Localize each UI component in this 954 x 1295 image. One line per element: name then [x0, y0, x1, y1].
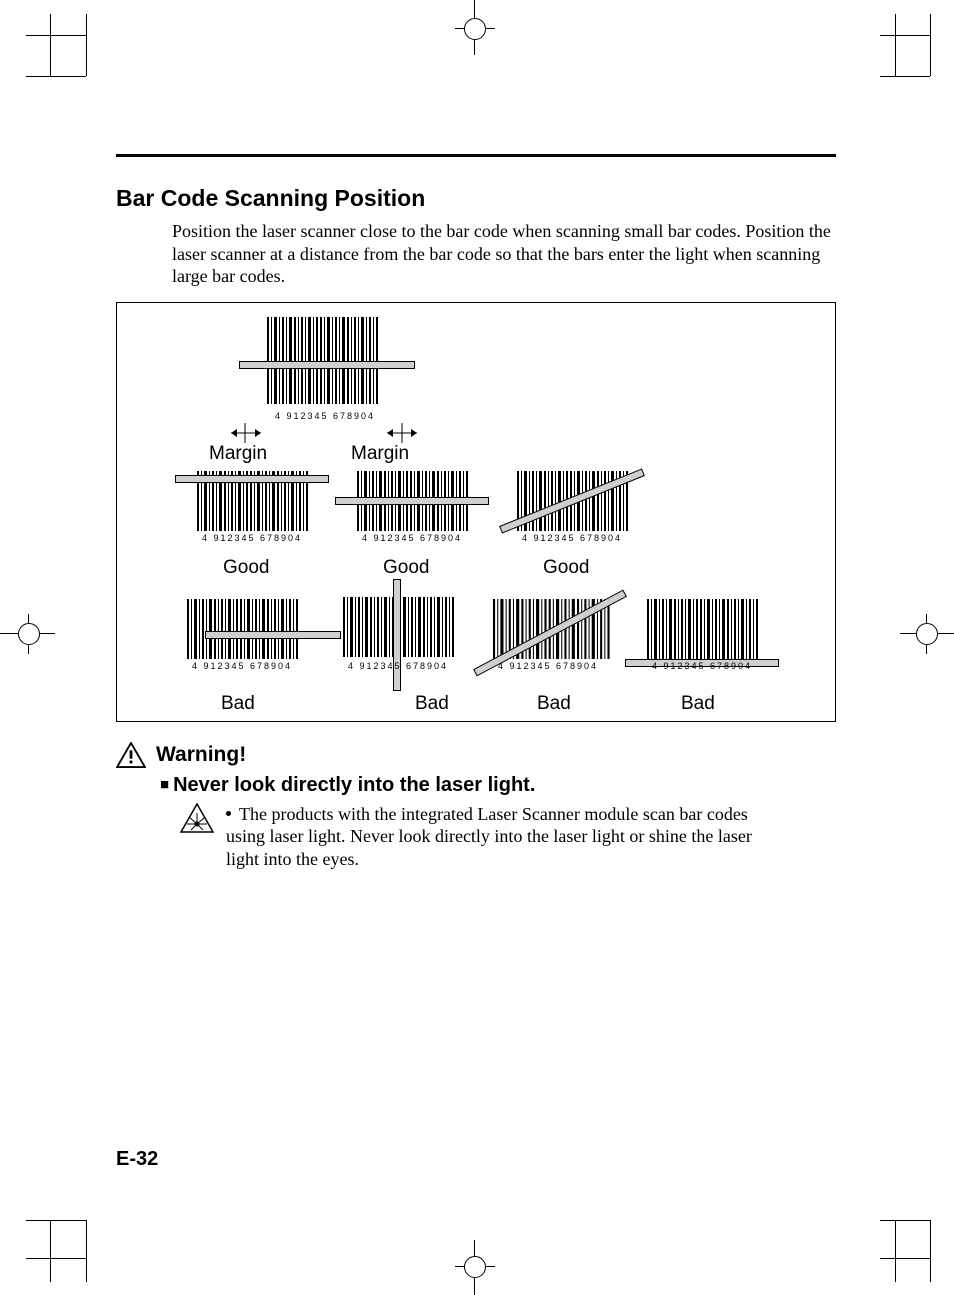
crop-mark: [50, 1220, 51, 1282]
crop-mark: [26, 1220, 86, 1221]
crop-mark: [880, 35, 930, 36]
warning-detail: The products with the integrated Laser S…: [180, 803, 836, 871]
barcode-margin-example: 4 912345 678904: [247, 317, 407, 414]
crop-mark: [86, 1220, 87, 1282]
warning-section: Warning! ■Never look directly into the l…: [116, 742, 836, 871]
warning-title: Warning!: [156, 743, 246, 767]
warning-headline-text: Never look directly into the laser light…: [173, 774, 535, 796]
crop-mark: [880, 1220, 930, 1221]
bad-label-1: Bad: [221, 693, 255, 715]
crop-mark: [930, 1220, 931, 1282]
good-label-3: Good: [543, 557, 589, 579]
barcode-number: 4 912345 678904: [349, 533, 475, 543]
body-paragraph: Position the laser scanner close to the …: [172, 220, 836, 288]
crop-mark: [26, 76, 86, 77]
register-mark: [464, 18, 486, 40]
bullet-icon: [226, 811, 231, 816]
header-rule: [116, 154, 836, 157]
warning-heading: Warning!: [116, 742, 836, 768]
section-title: Bar Code Scanning Position: [116, 185, 836, 212]
register-mark: [916, 623, 938, 645]
register-mark: [18, 623, 40, 645]
warning-triangle-icon: [116, 742, 146, 768]
scan-line: [335, 497, 489, 505]
barcode-number: 4 912345 678904: [189, 533, 315, 543]
bad-label-3: Bad: [537, 693, 571, 715]
barcode-number: 4 912345 678904: [485, 661, 611, 671]
barcode-graphic: [347, 471, 477, 541]
crop-mark: [930, 14, 931, 76]
warning-bullet-text: The products with the integrated Laser S…: [226, 803, 786, 871]
good-label-1: Good: [223, 557, 269, 579]
square-bullet-icon: ■: [160, 776, 169, 793]
crop-mark: [50, 14, 51, 76]
barcode-bad-1: 4 912345 678904: [177, 599, 307, 674]
crop-mark: [880, 76, 930, 77]
barcode-number: 4 912345 678904: [335, 661, 461, 671]
scanning-position-figure: 4 912345 678904 Margin Margin 4 912345 6…: [116, 302, 836, 722]
bad-label-4: Bad: [681, 693, 715, 715]
barcode-number: 4 912345 678904: [255, 411, 395, 421]
page-number: E-32: [116, 1148, 158, 1171]
scan-line: [175, 475, 329, 483]
page-content: Bar Code Scanning Position Position the …: [116, 108, 836, 870]
barcode-bad-2: 4 912345 678904: [333, 585, 463, 674]
scan-line: [205, 631, 341, 639]
warning-headline: ■Never look directly into the laser ligh…: [160, 774, 836, 797]
crop-mark: [86, 14, 87, 76]
laser-hazard-icon: [180, 803, 214, 833]
barcode-good-1: 4 912345 678904: [187, 471, 317, 546]
scan-line: [239, 361, 415, 369]
bad-label-2: Bad: [415, 693, 449, 715]
crop-mark: [26, 35, 86, 36]
register-mark: [464, 1256, 486, 1278]
good-label-2: Good: [383, 557, 429, 579]
barcode-bad-4: 4 912345 678904: [637, 599, 767, 674]
barcode-number: 4 912345 678904: [179, 661, 305, 671]
barcode-bad-3: 4 912345 678904: [479, 599, 619, 674]
crop-mark: [895, 1220, 896, 1282]
crop-mark: [880, 1258, 930, 1259]
crop-mark: [26, 1258, 86, 1259]
barcode-good-3: 4 912345 678904: [507, 471, 637, 546]
margin-label-left: Margin: [209, 443, 267, 465]
crop-mark: [895, 14, 896, 76]
barcode-number: 4 912345 678904: [639, 661, 765, 671]
barcode-good-2: 4 912345 678904: [347, 471, 477, 546]
barcode-number: 4 912345 678904: [509, 533, 635, 543]
margin-label-right: Margin: [351, 443, 409, 465]
scan-line-vertical: [393, 579, 401, 691]
warning-bullet-content: The products with the integrated Laser S…: [226, 804, 752, 869]
